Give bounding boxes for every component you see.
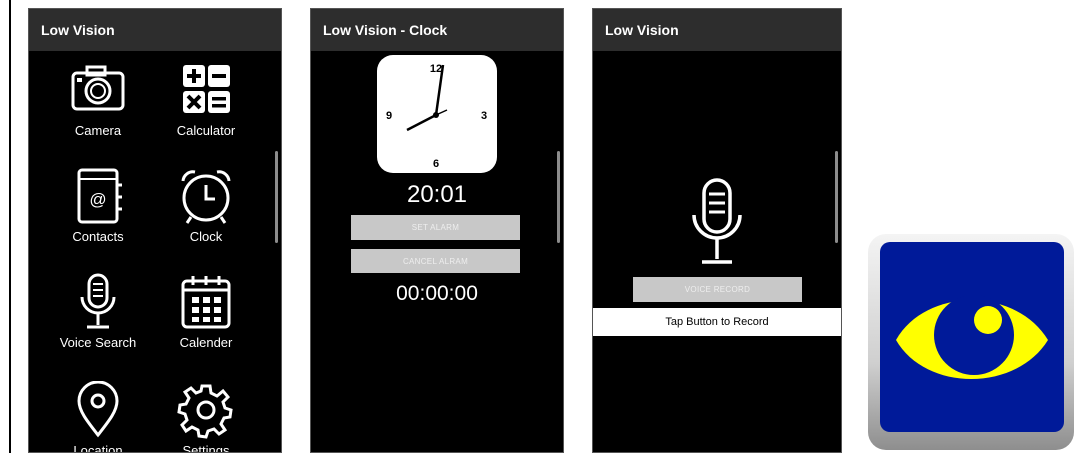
voice-title: Low Vision bbox=[605, 22, 679, 38]
record-status-text: Tap Button to Record bbox=[593, 308, 841, 336]
voice-app-bar: Low Vision bbox=[593, 9, 841, 51]
digital-time: 20:01 bbox=[406, 181, 468, 208]
dial-number-12: 12 bbox=[430, 63, 442, 75]
analog-clock-face: 12 3 6 9 bbox=[377, 55, 497, 173]
dial-number-6: 6 bbox=[433, 158, 439, 170]
tile-contacts[interactable]: @ Contacts bbox=[48, 167, 148, 244]
tile-label-clock: Clock bbox=[189, 229, 223, 244]
home-screen: Low Vision Camera Calculator @ Contacts … bbox=[28, 8, 282, 453]
tile-label-settings: Settings bbox=[182, 443, 230, 453]
home-app-bar: Low Vision bbox=[29, 9, 281, 51]
app-logo bbox=[866, 232, 1076, 452]
microphone-icon bbox=[692, 178, 742, 264]
voice-scrollbar[interactable] bbox=[835, 151, 838, 243]
eye-icon bbox=[868, 234, 1074, 450]
clock-title: Low Vision - Clock bbox=[323, 22, 448, 38]
camera-icon bbox=[71, 65, 125, 111]
cancel-alarm-button[interactable]: CANCEL ALRAM bbox=[351, 249, 520, 273]
left-border-line bbox=[9, 0, 11, 453]
clock-dial: 12 3 6 9 bbox=[386, 63, 487, 170]
microphone-icon bbox=[80, 273, 116, 329]
gear-icon bbox=[177, 384, 233, 439]
tile-location[interactable]: Location bbox=[48, 381, 148, 453]
tile-label-calender: Calender bbox=[179, 335, 233, 350]
tile-label-camera: Camera bbox=[74, 123, 122, 138]
tile-voice-search[interactable]: Voice Search bbox=[48, 273, 148, 350]
clock-screen: Low Vision - Clock 12 3 6 9 20:01 SET AL… bbox=[310, 8, 564, 453]
tile-camera[interactable]: Camera bbox=[48, 61, 148, 138]
calculator-icon bbox=[183, 65, 230, 113]
voice-screen: Low Vision VOICE RECORD Tap Button to Re… bbox=[592, 8, 842, 453]
hour-hand bbox=[406, 113, 437, 132]
tile-label-contacts: Contacts bbox=[72, 229, 124, 244]
dial-number-9: 9 bbox=[386, 110, 392, 122]
countdown-timer: 00:00:00 bbox=[396, 282, 478, 305]
contacts-icon: @ bbox=[77, 168, 122, 224]
location-pin-icon bbox=[77, 381, 119, 438]
tile-label-voice-search: Voice Search bbox=[59, 335, 137, 350]
calendar-icon bbox=[181, 276, 231, 329]
tile-settings[interactable]: Settings bbox=[156, 381, 256, 453]
clock-app-bar: Low Vision - Clock bbox=[311, 9, 563, 51]
set-alarm-button[interactable]: SET ALARM bbox=[351, 215, 520, 240]
tile-calculator[interactable]: Calculator bbox=[156, 61, 256, 138]
tile-label-location: Location bbox=[73, 443, 123, 453]
home-scrollbar[interactable] bbox=[275, 151, 278, 243]
voice-record-button[interactable]: VOICE RECORD bbox=[633, 277, 802, 302]
alarm-clock-icon bbox=[181, 170, 231, 224]
home-title: Low Vision bbox=[41, 22, 115, 38]
svg-text:@: @ bbox=[89, 190, 106, 209]
tile-clock[interactable]: Clock bbox=[156, 167, 256, 244]
tile-calender[interactable]: Calender bbox=[156, 273, 256, 350]
tile-label-calculator: Calculator bbox=[176, 123, 236, 138]
dial-number-3: 3 bbox=[481, 110, 487, 122]
